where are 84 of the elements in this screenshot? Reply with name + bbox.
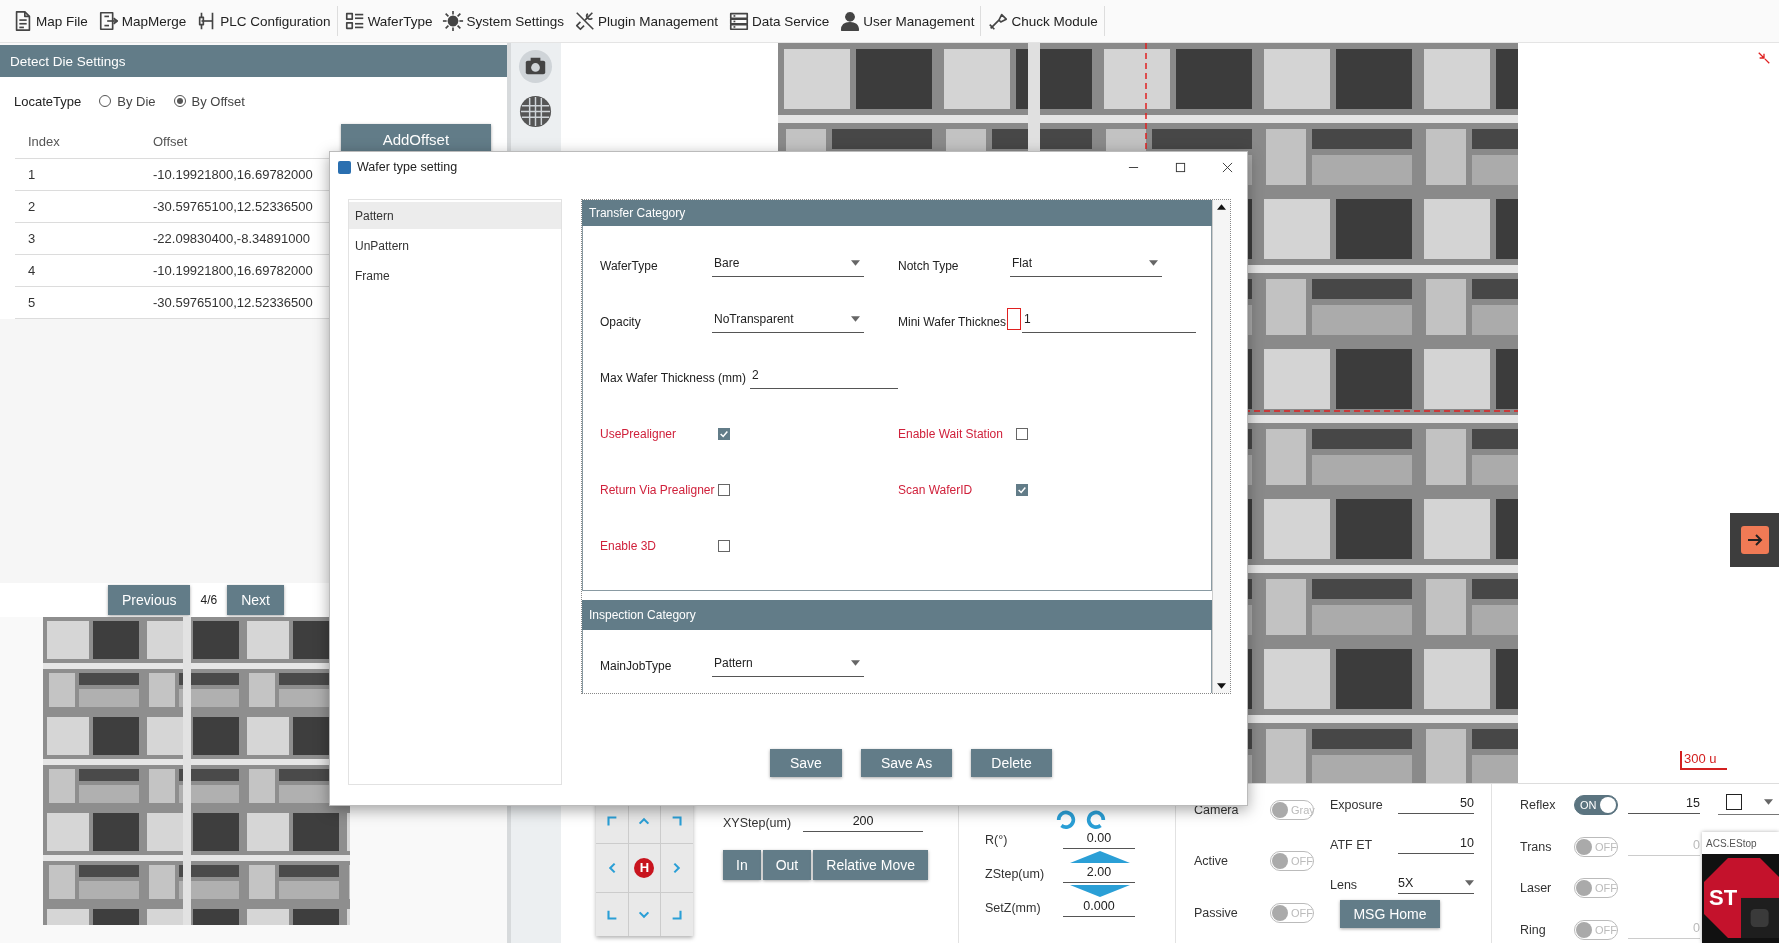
checkbox-label: UsePrealigner [600, 427, 678, 441]
toolbar-button[interactable]: PLC Configuration [196, 8, 331, 34]
table-cell: -10.19921800,16.69782000 [153, 263, 313, 278]
exposure-field[interactable]: 50 [1398, 796, 1474, 814]
exposure-label: Exposure [1330, 798, 1383, 812]
toolbar-button[interactable]: System Settings [442, 8, 564, 34]
light-label: Trans [1520, 839, 1553, 854]
field-label: WaferType [600, 259, 659, 273]
atf-et-field[interactable]: 10 [1398, 836, 1474, 854]
mode-label: Passive [1194, 906, 1238, 921]
input-field[interactable]: 2 [750, 367, 898, 389]
set-z-label: SetZ(mm) [985, 901, 1041, 915]
table-cell: -10.19921800,16.69782000 [153, 167, 313, 182]
locate-type-label: LocateType [14, 93, 82, 109]
z-step-field[interactable]: 2.00 [1063, 865, 1135, 883]
toolbar-button[interactable]: Data Service [728, 8, 830, 34]
mode-label: Camera [1194, 802, 1239, 817]
jog-button[interactable]: H [628, 843, 661, 893]
window-title: ACS.EStop [1705, 836, 1758, 851]
checkbox-label: Enable 3D [600, 539, 658, 553]
category-item[interactable]: Pattern [349, 202, 561, 229]
radio-option[interactable]: By Offset [173, 93, 245, 109]
toolbar-button[interactable]: Chuck Module [987, 8, 1098, 34]
rotation-field[interactable]: 0.00 [1063, 831, 1135, 849]
msg-home-button[interactable]: MSG Home [1340, 900, 1440, 928]
panel-header: Detect Die Settings [0, 45, 507, 77]
field-label: Mini Wafer Thicknes [898, 315, 1007, 329]
table-cell: -30.59765100,12.52336500 [153, 199, 313, 214]
xy-step-field[interactable]: 200 [803, 814, 924, 832]
column-header: Offset [153, 134, 188, 149]
lens-dropdown[interactable]: 5X [1398, 876, 1474, 894]
toolbar-button[interactable]: Plugin Management [573, 8, 719, 34]
next-button[interactable]: Next [227, 585, 284, 615]
table-cell-text: 2 [27, 199, 37, 214]
radio-option[interactable]: By Die [99, 93, 156, 109]
field-label: MainJobType [600, 659, 673, 673]
lens-label: Lens [1330, 878, 1358, 892]
table-cell-text: 3 [27, 231, 37, 246]
checkbox-label: Enable Wait Station [898, 427, 1004, 441]
scale-bar: 300 u [1680, 751, 1727, 770]
window-title: Wafer type setting [357, 160, 458, 174]
home-icon: H [634, 858, 655, 878]
mode-label: Active [1194, 854, 1229, 869]
dropdown[interactable]: Flat [1010, 255, 1162, 277]
field-label: Notch Type [898, 259, 960, 273]
light-label: Reflex [1520, 797, 1557, 812]
xy-step-label: XYStep(um) [723, 816, 792, 830]
dialog-button[interactable]: Delete [971, 749, 1052, 777]
light-label: Ring [1520, 923, 1547, 938]
section-header: Transfer Category [582, 200, 1213, 226]
table-cell: -22.09830400,-8.34891000 [153, 231, 310, 246]
light-level-field[interactable]: 15 [1628, 795, 1700, 814]
atf-et-label: ATF ET [1330, 838, 1373, 852]
set-z-field[interactable]: 0.000 [1063, 899, 1135, 917]
toggle-switch[interactable]: ON [1574, 794, 1618, 815]
move-button[interactable]: In [723, 850, 761, 880]
page-indicator: 4/6 [200, 593, 218, 607]
table-cell-text: 1 [27, 167, 37, 182]
z-step-label: ZStep(um) [985, 867, 1045, 881]
dropdown[interactable]: NoTransparent [712, 311, 864, 333]
light-label: Laser [1520, 881, 1553, 896]
rotation-label: R(°) [985, 833, 1008, 847]
toolbar-button[interactable]: WaferType [343, 8, 433, 34]
input-field[interactable]: 1 [1022, 311, 1196, 333]
category-item[interactable]: Frame [349, 262, 561, 289]
field-label: Opacity [600, 315, 642, 329]
move-button[interactable]: Out [762, 850, 812, 880]
table-cell: -30.59765100,12.52336500 [153, 295, 313, 310]
column-header: Index [27, 134, 61, 149]
move-button[interactable]: Relative Move [813, 850, 928, 880]
toolbar-button[interactable]: MapMerge [97, 8, 187, 34]
dropdown[interactable]: Pattern [712, 655, 864, 677]
table-cell-text: 4 [27, 263, 37, 278]
checkbox-label: Scan WaferID [898, 483, 974, 497]
table-cell-text: 5 [27, 295, 37, 310]
dialog-button[interactable]: Save As [860, 749, 953, 777]
section-header: Inspection Category [582, 600, 1213, 630]
toolbar-button[interactable]: User Management [839, 8, 975, 34]
category-item[interactable]: UnPattern [349, 232, 561, 259]
add-offset-button[interactable]: AddOffset [340, 124, 491, 154]
previous-button[interactable]: Previous [108, 585, 191, 615]
toolbar-button[interactable]: Map File [12, 8, 88, 34]
dropdown[interactable]: Bare [712, 255, 864, 277]
dialog-button[interactable]: Save [770, 749, 842, 777]
